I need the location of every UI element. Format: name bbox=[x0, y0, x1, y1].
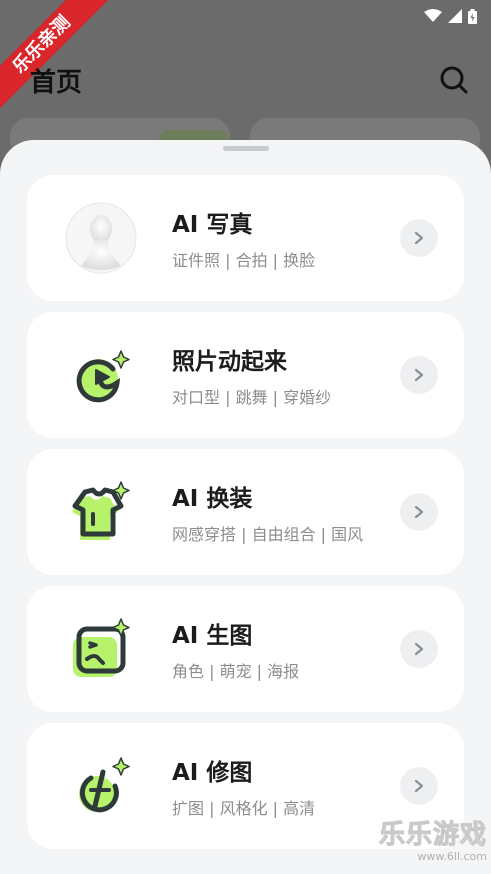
drag-handle[interactable] bbox=[223, 146, 269, 151]
search-icon[interactable] bbox=[439, 65, 469, 95]
chevron-right-icon[interactable] bbox=[400, 356, 438, 394]
watermark-text: 乐乐游戏 bbox=[378, 820, 487, 851]
feature-title: 照片动起来 bbox=[172, 349, 287, 375]
feature-subtitle: 网感穿搭 | 自由组合 | 国风 bbox=[172, 525, 364, 544]
chevron-right-icon[interactable] bbox=[400, 630, 438, 668]
play-sparkle-icon bbox=[65, 339, 137, 411]
shirt-sparkle-icon bbox=[65, 476, 137, 548]
chevron-right-icon[interactable] bbox=[400, 493, 438, 531]
battery-icon bbox=[468, 8, 477, 24]
feature-title: AI 换装 bbox=[172, 486, 253, 512]
chevron-right-icon[interactable] bbox=[400, 219, 438, 257]
page-title: 首页 bbox=[30, 67, 83, 98]
feature-card-ai-outfit[interactable]: AI 换装 网感穿搭 | 自由组合 | 国风 bbox=[27, 449, 464, 575]
mannequin-icon bbox=[65, 202, 137, 274]
cell-signal-icon bbox=[448, 9, 462, 23]
feature-subtitle: 角色 | 萌宠 | 海报 bbox=[172, 662, 300, 681]
watermark: 乐乐游戏 www.6ll.com bbox=[371, 820, 487, 870]
feature-subtitle: 扩图 | 风格化 | 高清 bbox=[172, 799, 316, 818]
wifi-icon bbox=[424, 9, 442, 22]
feature-card-animate-photo[interactable]: 照片动起来 对口型 | 跳舞 | 穿婚纱 bbox=[27, 312, 464, 438]
feature-sheet: AI 写真 证件照 | 合拍 | 换脸 照片动起来 对口型 | 跳舞 | 穿婚纱 bbox=[0, 140, 491, 874]
feature-subtitle: 证件照 | 合拍 | 换脸 bbox=[172, 251, 316, 270]
app-header: 首页 bbox=[30, 58, 469, 102]
feature-title: AI 写真 bbox=[172, 212, 253, 238]
feature-card-ai-image[interactable]: AI 生图 角色 | 萌宠 | 海报 bbox=[27, 586, 464, 712]
edit-sparkle-icon bbox=[65, 750, 137, 822]
feature-subtitle: 对口型 | 跳舞 | 穿婚纱 bbox=[172, 388, 332, 407]
watermark-url: www.6ll.com bbox=[417, 850, 487, 863]
chevron-right-icon[interactable] bbox=[400, 767, 438, 805]
image-sparkle-icon bbox=[65, 613, 137, 685]
feature-title: AI 修图 bbox=[172, 760, 253, 786]
feature-card-ai-portrait[interactable]: AI 写真 证件照 | 合拍 | 换脸 bbox=[27, 175, 464, 301]
feature-title: AI 生图 bbox=[172, 623, 253, 649]
